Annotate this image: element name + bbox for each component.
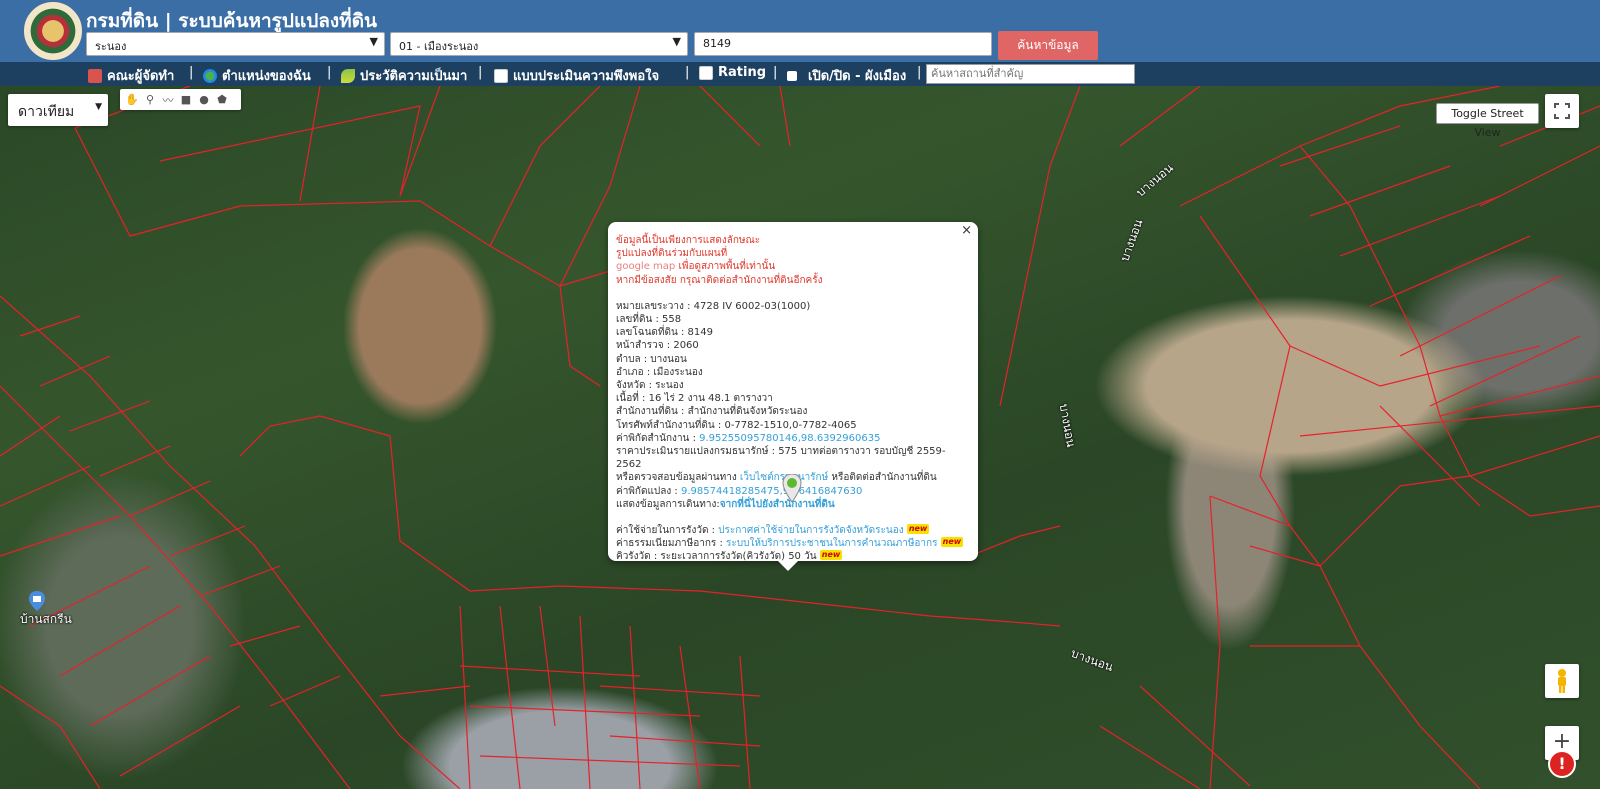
sprout-icon <box>341 68 355 83</box>
nav-item-label: ประวัติความเป็นมา <box>360 69 468 84</box>
survey-page: หน้าสำรวจ : 2060 <box>616 340 699 352</box>
tax-fee-link[interactable]: ระบบให้บริการประชาชนในการคำนวณภาษีอากร <box>726 538 937 549</box>
parcel-coordinate-label: ค่าพิกัดแปลง : <box>616 485 678 497</box>
notice-text: เพื่อดูสภาพพื้นที่เท่านั้น <box>678 261 776 273</box>
polygon-icon[interactable]: ⬟ <box>215 93 229 107</box>
circle-icon[interactable]: ● <box>197 93 211 107</box>
nav-item-city-plan-toggle[interactable]: เปิด/ปิด - ผังเมือง <box>787 65 906 86</box>
toggle-street-view-button[interactable]: Toggle Street View <box>1436 103 1539 139</box>
team-icon <box>88 68 102 83</box>
chevron-down-icon: ▼ <box>672 35 681 48</box>
appraisal-price: ราคาประเมินรายแปลงกรมธนารักษ์ : 575 บาทต… <box>616 446 946 471</box>
nav-separator: | <box>773 65 778 80</box>
survey-queue: คิวรังวัด : ระยะเวลาการรังวัด(คิวรังวัด)… <box>616 550 968 563</box>
nav-item-rating[interactable]: Rating <box>699 65 766 80</box>
fullscreen-icon <box>1554 103 1570 119</box>
map-type-select[interactable]: ดาวเทียม ▼ <box>8 94 108 126</box>
amphoe-select-value: 01 - เมืองระนอง <box>399 40 479 53</box>
nav-item-label: ตำแหน่งของฉัน <box>222 69 311 84</box>
price-check-pre: หรือตรวจสอบข้อมูลผ่านทาง <box>616 472 737 484</box>
route-label: แสดงข้อมูลการเดินทาง: <box>616 498 720 510</box>
poi-marker-icon[interactable] <box>28 591 46 611</box>
tax-fee-label: ค่าธรรมเนียมภาษีอากร : <box>616 538 723 550</box>
pegman-button[interactable] <box>1545 664 1579 698</box>
pegman-icon <box>1558 669 1566 693</box>
tambon: ตำบล : บางนอน <box>616 353 687 365</box>
notice-line: หากมีข้อสงสัย กรุณาติดต่อสำนักงานที่ดินอ… <box>616 274 823 286</box>
survey-queue-text: คิวรังวัด : ระยะเวลาการรังวัด(คิวรังวัด)… <box>616 551 817 563</box>
survey-fee: ค่าใช้จ่ายในการรังวัด : ประกาศค่าใช้จ่าย… <box>616 524 968 537</box>
polyline-icon[interactable]: 〰 <box>161 93 175 107</box>
area: เนื้อที่ : 16 ไร่ 2 งาน 48.1 ตารางวา <box>616 393 773 405</box>
notice-line: รูปแปลงที่ดินร่วมกับแผนที่ <box>616 248 728 260</box>
province: จังหวัด : ระนอง <box>616 380 684 392</box>
nav-item-label: คณะผู้จัดทำ <box>107 69 175 84</box>
survey-fee-label: ค่าใช้จ่ายในการรังวัด : <box>616 525 715 537</box>
notice-line: google map เพื่อดูสภาพพื้นที่เท่านั้น <box>616 260 968 273</box>
survey-fee-link[interactable]: ประกาศค่าใช้จ่ายในการรังวัดจังหวัดระนอง <box>718 525 903 536</box>
amphoe-select[interactable]: 01 - เมืองระนอง ▼ <box>390 32 688 56</box>
close-icon[interactable]: × <box>961 224 972 237</box>
nav-item-history[interactable]: ประวัติความเป็นมา <box>341 65 467 86</box>
parcel-info-window: × ข้อมูลนี้เป็นเพียงการแสดงลักษณะ รูปแปล… <box>608 222 978 571</box>
price-check-post: หรือติดต่อสำนักงานที่ดิน <box>831 472 937 484</box>
search-button[interactable]: ค้นหาข้อมูล <box>998 31 1098 60</box>
land-office: สำนักงานที่ดิน : สำนักงานที่ดินจังหวัดระ… <box>616 406 808 418</box>
nav-item-label: แบบประเมินความพึงพอใจ <box>513 69 660 84</box>
nav-separator: | <box>478 65 483 80</box>
drawing-toolbar: ✋ ⚲ 〰 ■ ● ⬟ <box>120 89 241 110</box>
route-link[interactable]: จากที่นี่ไปยังสำนักงานที่ดิน <box>720 499 835 510</box>
nav-separator: | <box>685 65 690 80</box>
alert-icon[interactable]: ! <box>1548 750 1576 778</box>
tax-fee: ค่าธรรมเนียมภาษีอากร : ระบบให้บริการประช… <box>616 537 968 550</box>
nav-separator: | <box>189 65 194 80</box>
chart-icon <box>699 65 713 80</box>
deed-number-input[interactable]: 8149 <box>694 32 992 56</box>
nav-separator: | <box>917 65 922 80</box>
new-badge: new <box>819 550 843 561</box>
office-coordinate-label: ค่าพิกัดสำนักงาน : <box>616 432 696 444</box>
globe-icon <box>203 68 217 83</box>
deed-number: เลขโฉนดที่ดิน : 8149 <box>616 327 713 339</box>
map-type-label: ดาวเทียม <box>18 104 75 120</box>
rectangle-icon[interactable]: ■ <box>179 93 193 107</box>
new-badge: new <box>906 524 930 535</box>
map-sheet: หมายเลขระวาง : 4728 IV 6002-03(1000) <box>616 300 811 312</box>
document-icon <box>494 68 508 83</box>
nav-item-team[interactable]: คณะผู้จัดทำ <box>88 65 174 86</box>
chevron-down-icon: ▼ <box>369 35 378 48</box>
nav-item-survey[interactable]: แบบประเมินความพึงพอใจ <box>494 65 659 86</box>
land-number: เลขที่ดิน : 558 <box>616 314 682 326</box>
department-logo <box>24 2 82 60</box>
fullscreen-button[interactable] <box>1545 94 1579 128</box>
pin-icon[interactable]: ⚲ <box>143 93 157 107</box>
map-canvas[interactable]: บางนอน บางนอน บางนอน บางนอน บ้านสกรีน ดา… <box>0 86 1600 789</box>
nav-separator: | <box>327 65 332 80</box>
place-search-input[interactable] <box>926 64 1135 84</box>
province-select[interactable]: ระนอง ▼ <box>86 32 385 56</box>
province-select-value: ระนอง <box>95 40 127 53</box>
checkbox[interactable] <box>787 70 797 81</box>
notice-line: ข้อมูลนี้เป็นเพียงการแสดงลักษณะ <box>616 235 761 246</box>
nav-item-my-location[interactable]: ตำแหน่งของฉัน <box>203 65 311 86</box>
notice-google-map: google map <box>616 261 676 273</box>
new-badge: new <box>940 537 964 548</box>
nav-item-label: Rating <box>718 65 767 80</box>
poi-label: บ้านสกรีน <box>20 612 72 626</box>
parcel-marker-icon[interactable] <box>782 474 802 502</box>
office-coordinate: ค่าพิกัดสำนักงาน : 9.95255095780146,98.6… <box>616 432 968 445</box>
office-phone: โทรศัพท์สำนักงานที่ดิน : 0-7782-1510,0-7… <box>616 419 857 431</box>
office-coordinate-link[interactable]: 9.95255095780146,98.6392960635 <box>699 433 880 444</box>
hand-icon[interactable]: ✋ <box>125 93 139 107</box>
parcel-coordinate-link[interactable]: 9.98574418285475,98.6416847630 <box>681 486 862 497</box>
app-header: กรมที่ดิน | ระบบค้นหารูปแปลงที่ดิน ระนอง… <box>0 0 1600 62</box>
amphoe: อำเภอ : เมืองระนอง <box>616 366 703 378</box>
caret-down-icon: ▼ <box>95 102 102 112</box>
nav-bar: คณะผู้จัดทำ | ตำแหน่งของฉัน | ประวัติควา… <box>0 62 1600 86</box>
nav-item-label: เปิด/ปิด - ผังเมือง <box>808 69 907 84</box>
